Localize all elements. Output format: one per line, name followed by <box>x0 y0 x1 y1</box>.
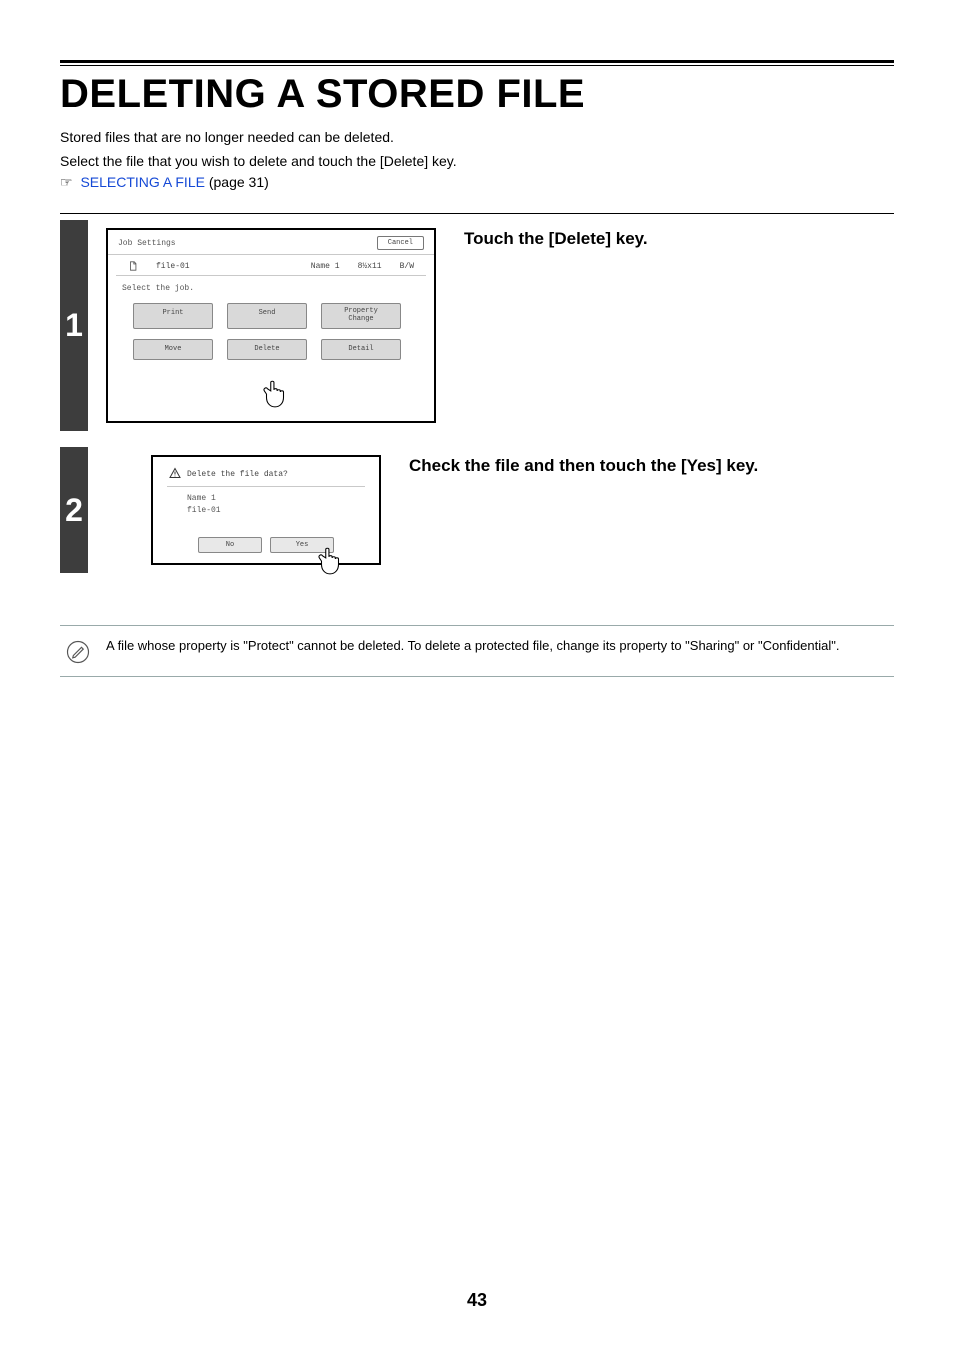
page-number: 43 <box>0 1290 954 1311</box>
dialog-file: file-01 <box>187 505 363 516</box>
send-button[interactable]: Send <box>227 303 307 328</box>
step-number: 1 <box>60 220 88 431</box>
file-user: Name 1 <box>311 262 340 271</box>
confirm-dialog: Delete the file data? Name 1 file-01 No … <box>151 455 381 565</box>
move-button[interactable]: Move <box>133 339 213 361</box>
intro-line-1: Stored files that are no longer needed c… <box>60 127 894 149</box>
step-2: 2 Delete the file data? Name 1 file-01 <box>60 447 894 573</box>
pencil-note-icon <box>64 638 92 666</box>
xref-link[interactable]: SELECTING A FILE <box>80 174 205 190</box>
file-color: B/W <box>400 262 414 271</box>
panel-prompt: Select the job. <box>108 276 434 297</box>
step-1: 1 Job Settings Cancel file-01 Name 1 8½x… <box>60 220 894 431</box>
panel-title: Job Settings <box>118 239 176 248</box>
touch-hand-icon <box>258 375 292 409</box>
print-button[interactable]: Print <box>133 303 213 328</box>
xref-page: (page 31) <box>205 174 269 190</box>
page-title: DELETING A STORED FILE <box>60 72 894 117</box>
note-text: A file whose property is "Protect" canno… <box>106 636 839 656</box>
dialog-user: Name 1 <box>187 493 363 504</box>
document-icon <box>128 261 138 271</box>
step-number: 2 <box>60 447 88 573</box>
heading-rule <box>60 60 894 66</box>
step-2-instruction: Check the file and then touch the [Yes] … <box>409 455 894 478</box>
file-name: file-01 <box>156 262 190 271</box>
cross-reference: ☞ SELECTING A FILE (page 31) <box>60 174 894 191</box>
cancel-button[interactable]: Cancel <box>377 236 424 250</box>
section-divider <box>60 213 894 214</box>
job-settings-panel: Job Settings Cancel file-01 Name 1 8½x11… <box>106 228 436 423</box>
no-button[interactable]: No <box>198 537 262 553</box>
step-1-instruction: Touch the [Delete] key. <box>464 228 894 251</box>
file-size: 8½x11 <box>358 262 382 271</box>
yes-button[interactable]: Yes <box>270 537 334 553</box>
intro-line-2: Select the file that you wish to delete … <box>60 151 894 173</box>
pointer-icon: ☞ <box>60 174 73 191</box>
property-change-button[interactable]: Property Change <box>321 303 401 328</box>
warning-icon <box>169 467 181 482</box>
file-info-row: file-01 Name 1 8½x11 B/W <box>116 255 426 276</box>
dialog-message: Delete the file data? <box>187 470 288 479</box>
delete-button[interactable]: Delete <box>227 339 307 361</box>
detail-button[interactable]: Detail <box>321 339 401 361</box>
note-box: A file whose property is "Protect" canno… <box>60 625 894 677</box>
